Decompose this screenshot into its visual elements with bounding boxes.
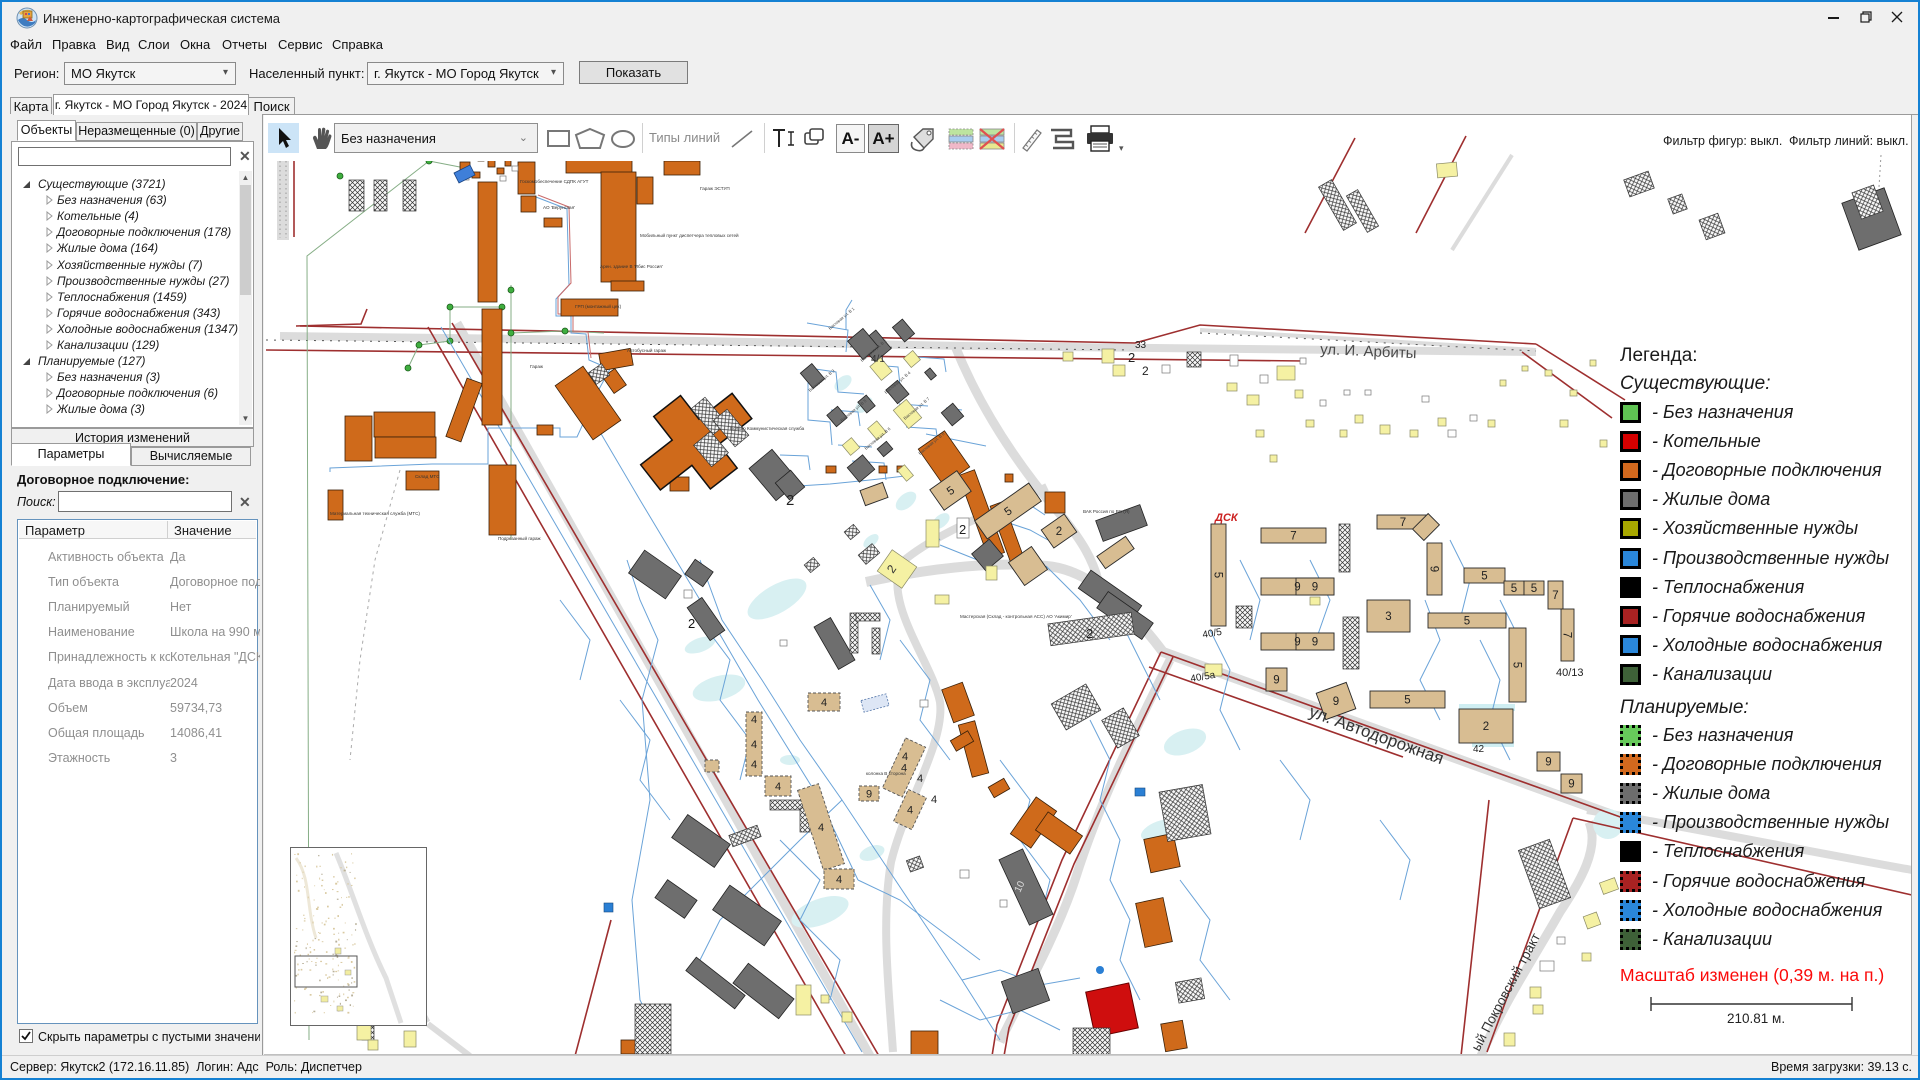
svg-text:Арен. здание В 'Ибис Россия': Арен. здание В 'Ибис Россия' <box>600 264 663 269</box>
svg-text:5: 5 <box>1531 583 1537 595</box>
svg-text:2: 2 <box>1142 364 1149 378</box>
svg-text:Мастерская (Склад - контрольна: Мастерская (Склад - контрольная АСС) АО … <box>960 614 1072 619</box>
svg-text:Подрезанный гараж: Подрезанный гараж <box>498 535 542 541</box>
svg-text:9: 9 <box>1333 696 1339 708</box>
svg-text:7: 7 <box>1552 590 1558 602</box>
svg-text:2: 2 <box>1086 626 1093 641</box>
svg-text:Автобусный гараж: Автобусный гараж <box>627 347 667 353</box>
svg-text:9: 9 <box>1294 582 1300 594</box>
svg-text:3: 3 <box>1385 611 1391 623</box>
svg-text:7: 7 <box>1561 632 1573 638</box>
svg-text:Вольер Коммунистическая служба: Вольер Коммунистическая служба <box>730 426 805 431</box>
svg-text:4: 4 <box>818 822 824 834</box>
svg-text:5: 5 <box>1464 616 1470 628</box>
svg-text:4: 4 <box>902 751 908 763</box>
svg-text:5: 5 <box>1511 662 1523 668</box>
svg-text:4: 4 <box>775 781 781 793</box>
svg-text:4: 4 <box>917 773 923 785</box>
svg-text:Материальная техническая служб: Материальная техническая служба (МТС) <box>330 511 420 516</box>
svg-text:9: 9 <box>1568 779 1574 791</box>
svg-text:4: 4 <box>907 805 913 817</box>
svg-text:9: 9 <box>1312 582 1318 594</box>
svg-text:5: 5 <box>1511 583 1517 595</box>
svg-text:9: 9 <box>1545 757 1551 769</box>
svg-text:колонка В сторона: колонка В сторона <box>866 771 906 776</box>
svg-text:4: 4 <box>836 874 842 886</box>
svg-text:ГРП (монтажный цех): ГРП (монтажный цех) <box>575 303 622 309</box>
svg-text:2: 2 <box>786 492 794 509</box>
svg-text:4: 4 <box>821 697 827 709</box>
svg-text:4: 4 <box>931 794 937 806</box>
svg-text:7: 7 <box>1400 517 1406 529</box>
svg-text:5: 5 <box>1212 572 1224 578</box>
svg-text:2: 2 <box>959 522 966 537</box>
svg-text:Склад МТС: Склад МТС <box>415 474 440 479</box>
svg-text:42: 42 <box>1473 744 1485 755</box>
svg-text:7: 7 <box>1290 531 1296 543</box>
svg-text:5: 5 <box>1481 571 1487 583</box>
svg-text:2: 2 <box>1128 350 1135 365</box>
svg-text:9: 9 <box>1428 566 1440 572</box>
svg-text:ДСК: ДСК <box>1214 512 1239 524</box>
svg-text:2: 2 <box>1056 526 1062 538</box>
svg-text:5: 5 <box>1404 695 1410 707</box>
svg-text:9: 9 <box>1273 675 1279 687</box>
svg-text:Мобильный пункт диспетчера теп: Мобильный пункт диспетчера тепловых сете… <box>640 232 739 238</box>
svg-text:ВАК Россия по РС (Я): ВАК Россия по РС (Я) <box>1083 509 1130 514</box>
svg-text:2: 2 <box>688 616 695 631</box>
svg-text:4: 4 <box>751 714 757 726</box>
svg-text:2: 2 <box>1483 721 1489 733</box>
svg-text:Гараж ЭСТУП: Гараж ЭСТУП <box>700 186 730 191</box>
svg-text:9: 9 <box>1312 637 1318 649</box>
svg-text:9: 9 <box>1294 637 1300 649</box>
svg-text:4: 4 <box>751 739 757 751</box>
svg-text:9: 9 <box>866 789 872 801</box>
svg-text:4: 4 <box>751 759 757 771</box>
svg-text:АО 'Верунская': АО 'Верунская' <box>543 205 575 210</box>
svg-text:Госкомобеспечение СДПК АГУТ: Госкомобеспечение СДПК АГУТ <box>520 179 589 184</box>
svg-text:40/13: 40/13 <box>1556 667 1584 679</box>
svg-text:33: 33 <box>1135 340 1147 351</box>
svg-text:4/1: 4/1 <box>871 354 885 365</box>
svg-text:Гараж: Гараж <box>530 364 544 369</box>
